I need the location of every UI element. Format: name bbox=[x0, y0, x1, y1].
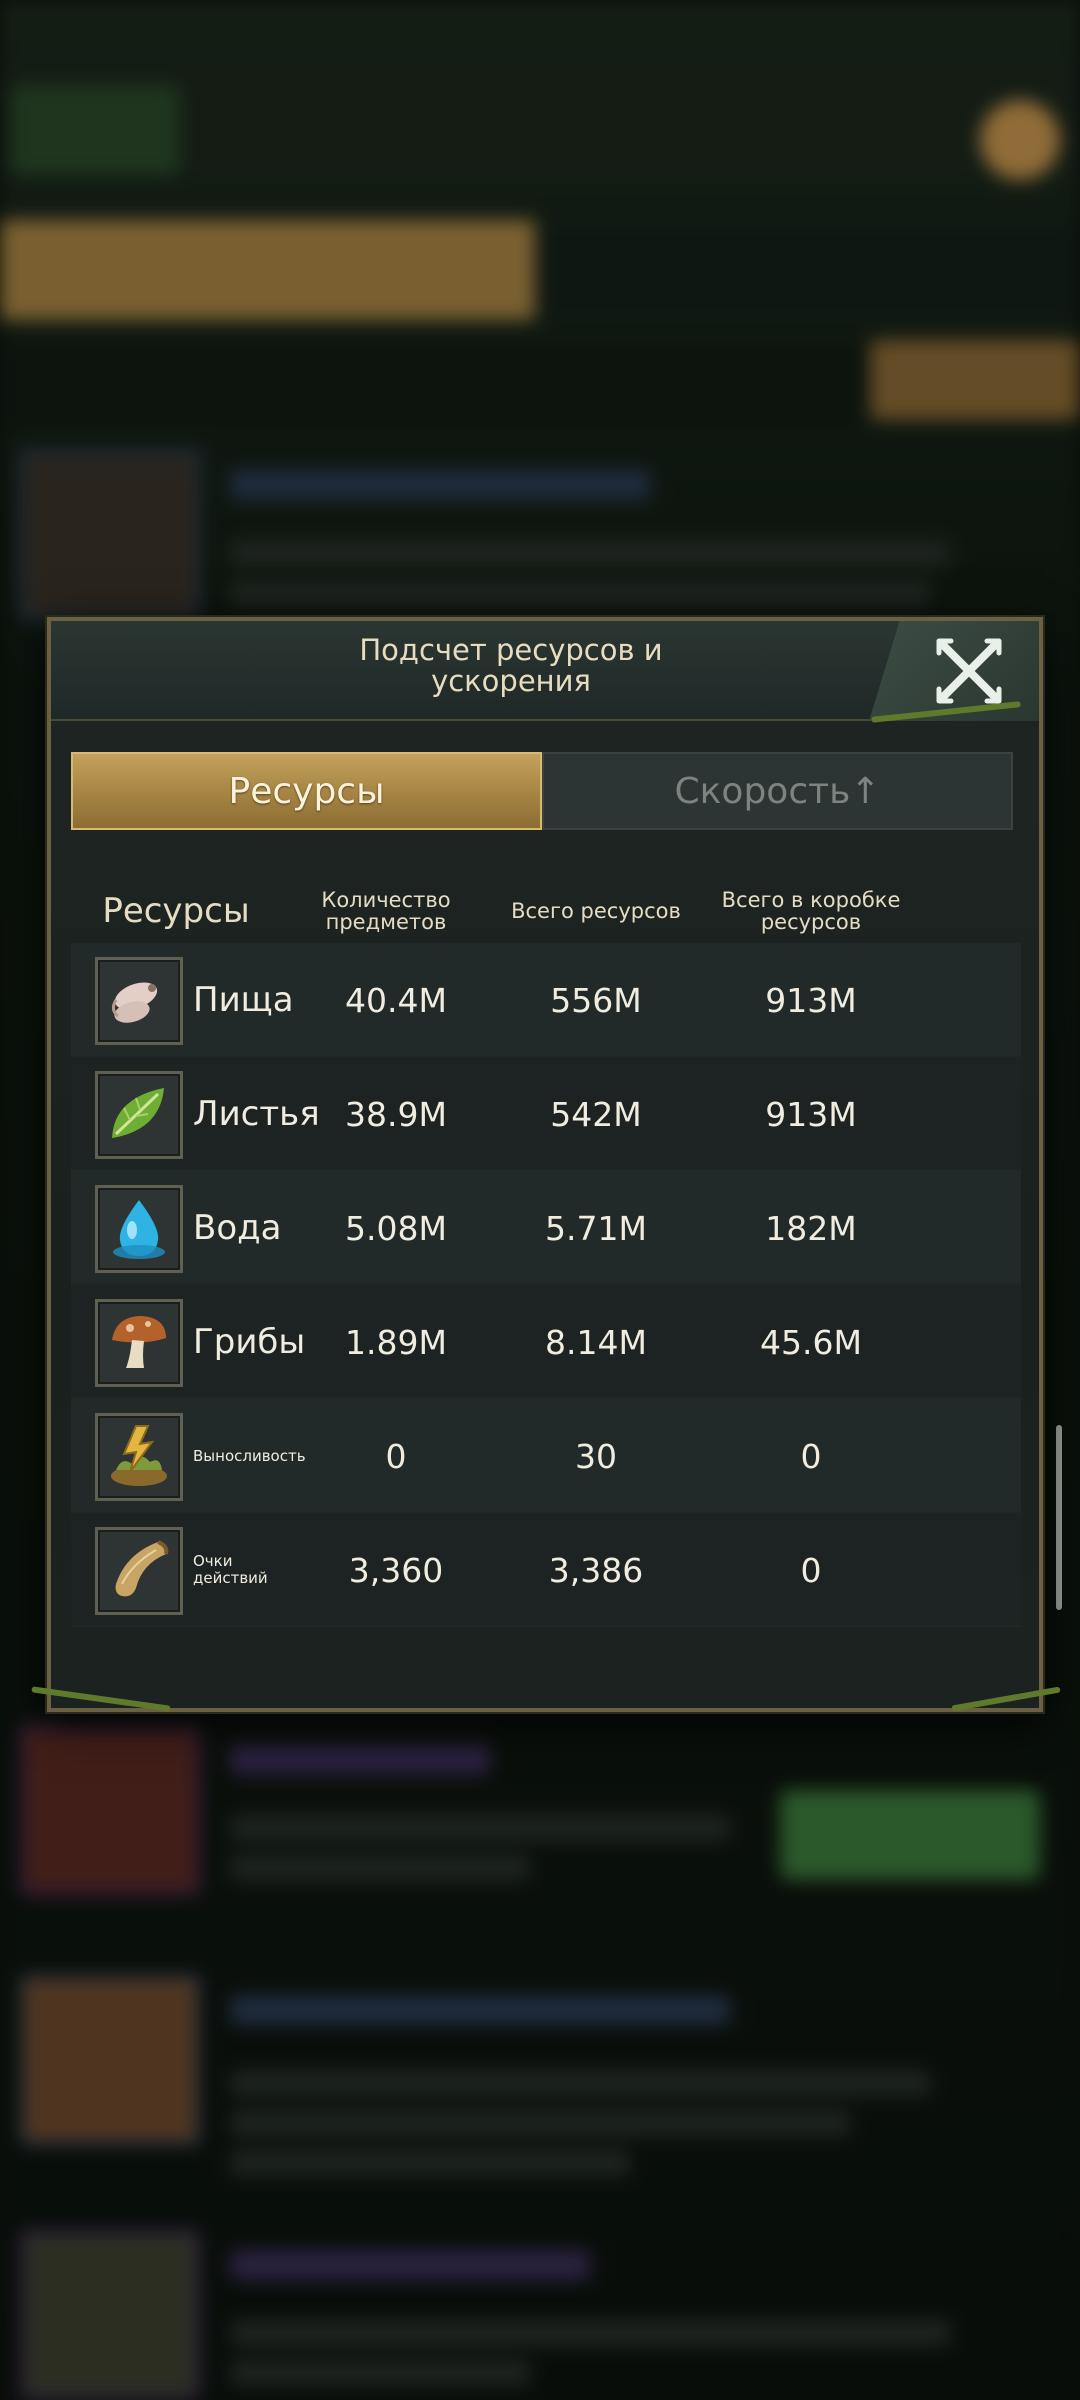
resource-icon-frame bbox=[95, 1185, 183, 1273]
resource-icon-frame bbox=[95, 1299, 183, 1387]
resource-in-box: 913M bbox=[765, 1094, 857, 1134]
leaf-icon bbox=[112, 1088, 164, 1138]
resource-name: Пища bbox=[193, 980, 294, 1020]
resource-quantity: 38.9M bbox=[345, 1094, 447, 1134]
tab-bar: Ресурсы Скорость↑ bbox=[71, 752, 1013, 830]
resource-total: 8.14M bbox=[545, 1322, 647, 1362]
resource-summary-dialog: Подсчет ресурсов и ускорения Ресурсы Ско… bbox=[31, 617, 1061, 1712]
resource-total: 5.71M bbox=[545, 1208, 647, 1248]
table-row: Грибы 1.89M 8.14M 45.6M bbox=[71, 1285, 1021, 1399]
resource-icon-frame bbox=[95, 957, 183, 1045]
table-row: Выносливость 0 30 0 bbox=[71, 1399, 1021, 1513]
resource-icon-frame bbox=[95, 1413, 183, 1501]
resource-icon-frame bbox=[95, 1071, 183, 1159]
resource-table: Пища 40.4M 556M 913M Листья 38.9M 542M 9… bbox=[71, 943, 1021, 1627]
horn-icon bbox=[115, 1540, 169, 1597]
resource-name: Очки действий bbox=[193, 1552, 268, 1587]
resource-in-box: 913M bbox=[765, 980, 857, 1020]
mushroom-icon bbox=[112, 1316, 166, 1368]
resource-icon-frame bbox=[95, 1527, 183, 1615]
resource-in-box: 182M bbox=[765, 1208, 857, 1248]
resource-quantity: 40.4M bbox=[345, 980, 447, 1020]
water-drop-icon bbox=[113, 1200, 165, 1259]
resource-name: Грибы bbox=[193, 1322, 306, 1362]
resource-quantity: 3,360 bbox=[348, 1550, 444, 1590]
vine-decoration bbox=[31, 1686, 171, 1712]
dialog-title: Подсчет ресурсов и ускорения bbox=[359, 633, 663, 698]
resource-name: Листья bbox=[193, 1094, 320, 1134]
table-row: Пища 40.4M 556M 913M bbox=[71, 943, 1021, 1057]
meat-icon bbox=[111, 982, 158, 1023]
resource-quantity: 1.89M bbox=[345, 1322, 447, 1362]
table-row: Листья 38.9M 542M 913M bbox=[71, 1057, 1021, 1171]
resource-in-box: 45.6M bbox=[760, 1322, 862, 1362]
resource-in-box: 0 bbox=[800, 1436, 822, 1476]
resource-in-box: 0 bbox=[800, 1550, 822, 1590]
resource-name: Выносливость bbox=[193, 1446, 306, 1465]
tab-resources[interactable]: Ресурсы bbox=[71, 752, 542, 830]
resource-quantity: 0 bbox=[385, 1436, 407, 1476]
table-row: Вода 5.08M 5.71M 182M bbox=[71, 1171, 1021, 1285]
scrollbar[interactable] bbox=[1056, 1425, 1062, 1610]
tab-speedups[interactable]: Скорость↑ bbox=[542, 752, 1013, 830]
resource-name: Вода bbox=[193, 1208, 282, 1248]
table-row: Очки действий 3,360 3,386 0 bbox=[71, 1513, 1021, 1627]
resource-quantity: 5.08M bbox=[345, 1208, 447, 1248]
resource-total: 3,386 bbox=[548, 1550, 644, 1590]
stamina-icon bbox=[111, 1425, 167, 1486]
resource-total: 542M bbox=[550, 1094, 642, 1134]
close-icon bbox=[936, 638, 1002, 704]
dialog-header: Подсчет ресурсов и ускорения bbox=[51, 621, 1039, 721]
resource-total: 556M bbox=[550, 980, 642, 1020]
resource-total: 30 bbox=[575, 1436, 617, 1476]
